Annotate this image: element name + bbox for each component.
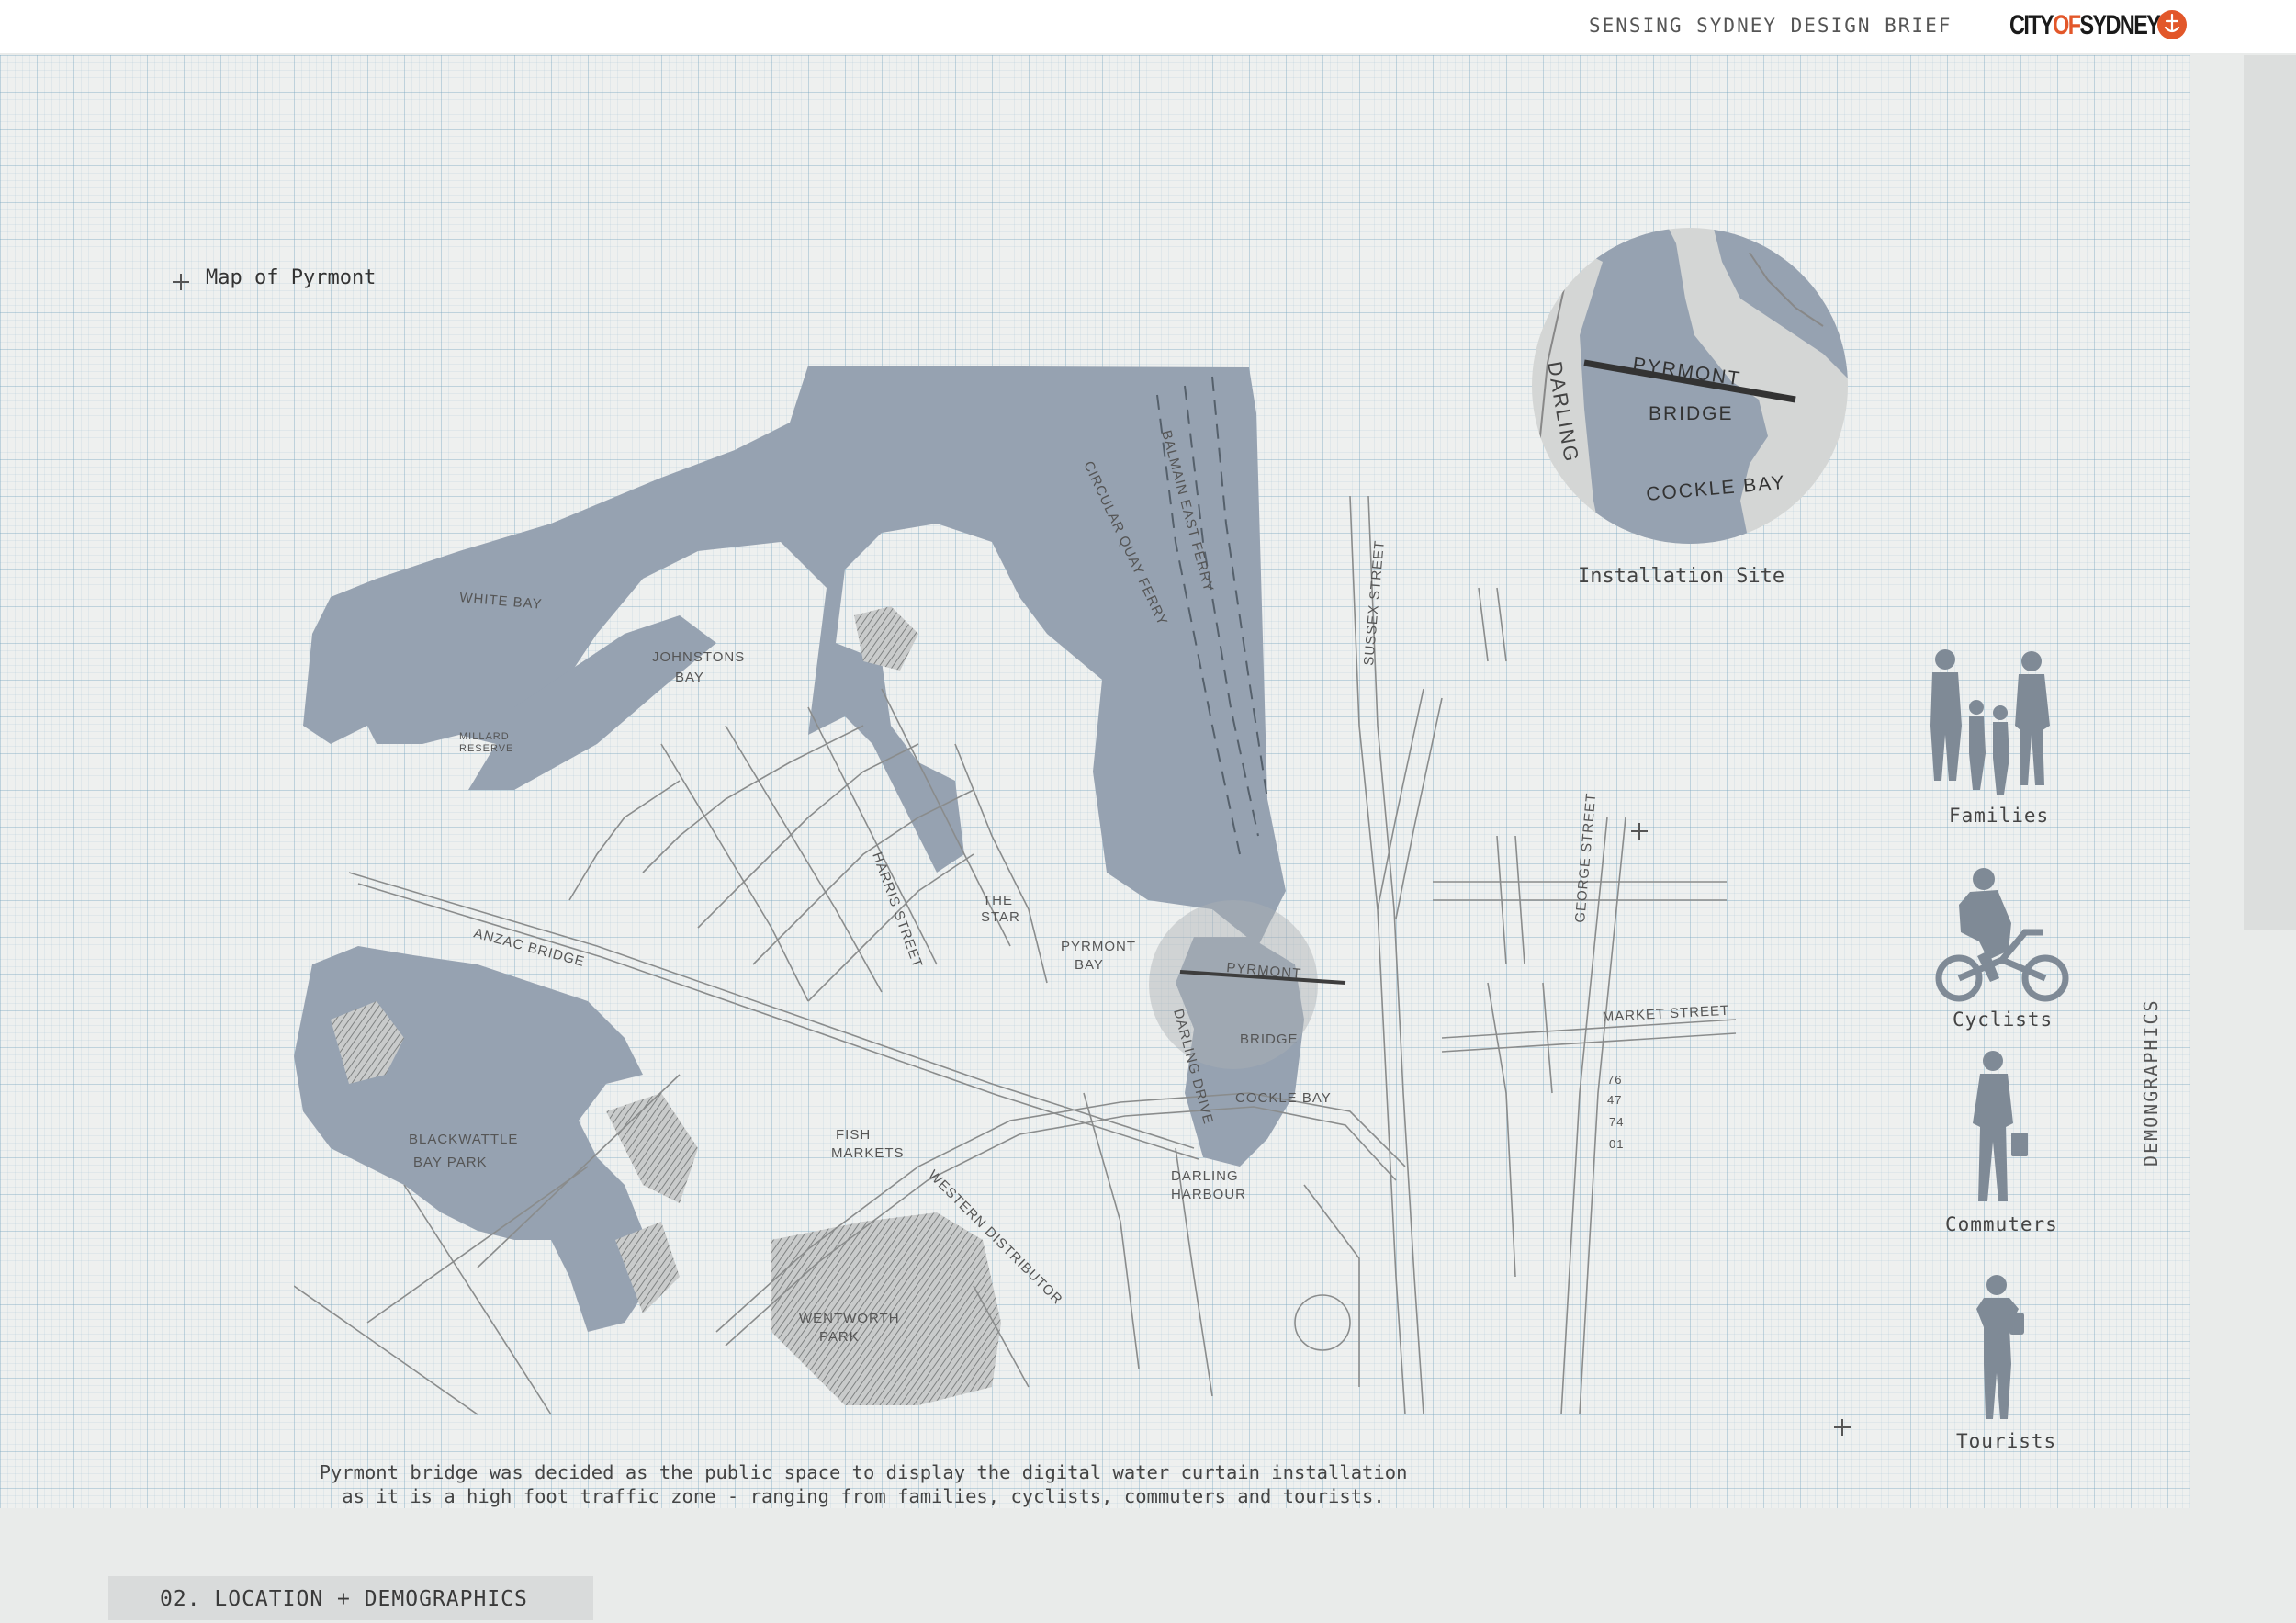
label-johnstons-bay-2: BAY [675,670,704,685]
label-millard-2: RESERVE [459,743,513,754]
document-title: SENSING SYDNEY DESIGN BRIEF [1589,15,1953,37]
cyclist-silhouette-icon [1935,868,2069,1002]
label-sussex-street: SUSSEX STREET [1361,539,1388,666]
label-the-star-1: THE [983,893,1013,908]
label-blackwattle-1: BLACKWATTLE [409,1132,518,1147]
bus-number: 47 [1607,1093,1622,1107]
demographics-heading: DEMONGRAPHICS [2140,998,2162,1167]
bus-number: 76 [1607,1073,1622,1087]
map-caption: Pyrmont bridge was decided as the public… [257,1460,1469,1508]
demographic-label-tourists: Tourists [1956,1430,2057,1452]
logo-text-city: CITY [2009,10,2054,40]
wentworth-park-area [771,1212,1001,1405]
label-fish-1: FISH [836,1127,871,1143]
label-wentworth-1: WENTWORTH [799,1311,900,1326]
demographic-label-commuters: Commuters [1945,1213,2058,1235]
demographic-label-families: Families [1949,805,2050,827]
label-johnstons-bay-1: JOHNSTONS [652,649,745,665]
caption-line-1: Pyrmont bridge was decided as the public… [319,1461,1408,1483]
label-blackwattle-2: BAY PARK [413,1155,488,1170]
label-the-star-2: STAR [981,909,1020,925]
city-of-sydney-logo[interactable]: CITYOFSYDNEY [2009,7,2201,44]
tourist-silhouette-icon [1976,1275,2024,1419]
map-title: Map of Pyrmont [206,266,377,289]
label-pyrmont-bridge-2: BRIDGE [1240,1031,1299,1047]
section-tab: 02. LOCATION + DEMOGRAPHICS [108,1576,593,1620]
installation-site-caption: Installation Site [1578,565,1785,588]
logo-text-of: OF [2053,10,2081,40]
label-darling-harbour-1: DARLING [1171,1168,1239,1184]
section-title: 02. LOCATION + DEMOGRAPHICS [160,1587,528,1611]
installation-site-inset[interactable]: DARLING PYRMONT BRIDGE COCKLE BAY [1529,225,1851,547]
demographic-label-cyclists: Cyclists [1953,1009,2054,1031]
top-bar: SENSING SYDNEY DESIGN BRIEF CITYOFSYDNEY [0,0,2296,53]
label-george-street: GEORGE STREET [1572,792,1599,923]
bus-number: 01 [1609,1137,1624,1151]
pyrmont-point-area [854,606,918,671]
family-silhouette-icon [1930,649,2050,795]
logo-wordmark: CITYOFSYDNEY [2009,10,2161,41]
label-harris-street: HARRIS STREET [869,851,925,971]
caption-line-2: as it is a high foot traffic zone - rang… [342,1485,1385,1507]
page-edge-strip [2244,55,2296,930]
label-millard-1: MILLARD [459,731,510,742]
city-of-sydney-emblem-icon [2157,10,2187,39]
label-wentworth-2: PARK [819,1329,860,1345]
crosshair-marker-icon [173,274,189,290]
logo-text-sydney: SYDNEY [2079,10,2160,40]
northern-harbour-water [303,366,1286,946]
bus-number: 74 [1609,1115,1624,1129]
label-fish-2: MARKETS [831,1145,905,1161]
label-cockle-bay: COCKLE BAY [1235,1090,1332,1106]
commuter-silhouette-icon [1973,1051,2028,1201]
label-pyrmont-bay-1: PYRMONT [1061,939,1136,954]
inset-label-bridge: BRIDGE [1649,403,1734,424]
label-darling-harbour-2: HARBOUR [1171,1187,1246,1202]
label-pyrmont-bay-2: BAY [1075,957,1104,973]
